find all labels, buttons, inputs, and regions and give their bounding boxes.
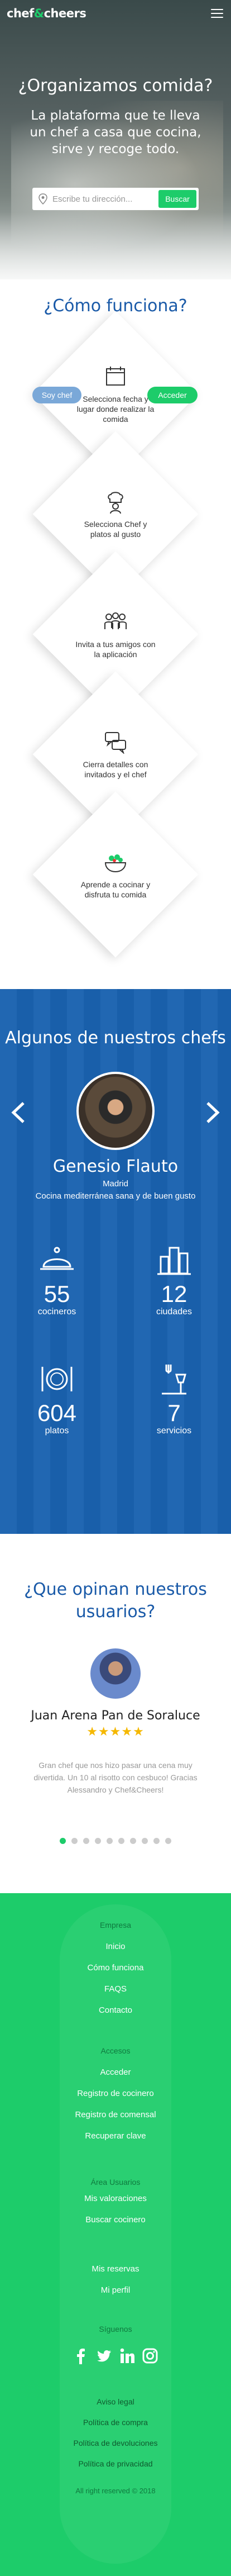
footer-link-contacto[interactable]: Contacto: [0, 2005, 231, 2015]
step-1-text: Selecciona fecha y lugar donde realizar …: [76, 395, 155, 424]
reviewer-avatar: [90, 1648, 141, 1699]
stat-services-value: 7: [167, 1400, 181, 1426]
step-2-text: Selecciona Chef y platos al gusto: [84, 520, 147, 539]
footer-link-registro-cocinero[interactable]: Registro de cocinero: [0, 2089, 231, 2098]
footer-link-registro-comensal[interactable]: Registro de comensal: [0, 2110, 231, 2119]
hero-subtitle: La plataforma que te lleva un chef a cas…: [30, 108, 201, 156]
copyright: All right reserved © 2018: [75, 2487, 156, 2495]
address-search-input[interactable]: [52, 188, 158, 210]
stat-services: 7 servicios: [124, 1362, 224, 1436]
address-search-bar: Buscar: [32, 188, 199, 210]
footer-link-politica-privacidad[interactable]: Política de privacidad: [0, 2459, 231, 2468]
carousel-dot[interactable]: [153, 1838, 160, 1844]
stat-cities-value: 12: [161, 1281, 187, 1307]
stat-cooks-label: cocineros: [37, 1307, 76, 1316]
city-icon: [157, 1247, 191, 1275]
carousel-dot[interactable]: [71, 1838, 78, 1844]
footer-link-inicio[interactable]: Inicio: [0, 1942, 231, 1951]
acceder-button[interactable]: Acceder: [147, 387, 198, 403]
logo-text-cheers: cheers: [44, 7, 86, 20]
twitter-icon[interactable]: [95, 2347, 112, 2364]
carousel-dot[interactable]: [142, 1838, 148, 1844]
instagram-icon[interactable]: [142, 2347, 158, 2364]
carousel-dot[interactable]: [60, 1838, 66, 1844]
steps-list: Selecciona fecha y lugar donde realizar …: [0, 311, 231, 958]
food-bowl-icon: [104, 854, 127, 873]
logo-text-chef: chef: [7, 7, 34, 20]
rating-stars: ★★★★★: [86, 1724, 145, 1738]
cloche-icon: [40, 1247, 74, 1270]
chevron-right-icon[interactable]: [205, 1101, 221, 1124]
plate-icon: [41, 1367, 73, 1391]
chat-icon: [105, 732, 126, 754]
step-5: Aprende a cocinar y disfruta tu comida: [57, 816, 174, 933]
footer-link-acceder[interactable]: Acceder: [0, 2068, 231, 2077]
stat-dishes: 604 platos: [7, 1362, 107, 1436]
chevron-left-icon[interactable]: [10, 1101, 26, 1124]
logo-amp: &: [33, 7, 44, 20]
logo[interactable]: chef&cheers: [7, 7, 86, 20]
calendar-icon: [106, 367, 125, 386]
stat-services-label: servicios: [156, 1426, 192, 1436]
service-icon: [162, 1365, 186, 1395]
stat-cooks-value: 55: [44, 1281, 70, 1307]
top-bar: chef&cheers: [0, 0, 231, 31]
footer-link-aviso-legal[interactable]: Aviso legal: [0, 2397, 231, 2406]
footer-link-buscar-cocinero[interactable]: Buscar cocinero: [0, 2215, 231, 2225]
chef-avatar[interactable]: [76, 1072, 155, 1150]
friends-icon: [104, 612, 127, 629]
footer-link-politica-devoluciones[interactable]: Política de devoluciones: [0, 2439, 231, 2447]
stat-dishes-label: platos: [45, 1426, 69, 1436]
step-4-text: Cierra detalles con invitados y el chef: [83, 760, 148, 779]
testimonials-title: ¿Que opinan nuestros usuarios?: [24, 1580, 207, 1622]
chef-city: Madrid: [103, 1179, 128, 1189]
chef-name: Genesio Flauto: [52, 1157, 179, 1176]
stat-cooks: 55 cocineros: [7, 1243, 107, 1317]
location-pin-icon: [38, 193, 47, 205]
chefs-section: Algunos de nuestros chefs Genesio Flauto…: [0, 989, 231, 1534]
carousel-dot[interactable]: [107, 1838, 113, 1844]
linkedin-icon[interactable]: [119, 2347, 136, 2364]
footer-link-mi-perfil[interactable]: Mi perfil: [0, 2285, 231, 2295]
hero-title: ¿Organizamos comida?: [18, 76, 213, 96]
footer-link-politica-compra[interactable]: Política de compra: [0, 2418, 231, 2427]
footer: [0, 1893, 231, 2576]
soy-chef-button[interactable]: Soy chef: [32, 387, 81, 403]
chefs-title: Algunos de nuestros chefs: [5, 1028, 226, 1048]
facebook-icon[interactable]: [73, 2347, 89, 2364]
footer-link-mis-valoraciones[interactable]: Mis valoraciones: [0, 2194, 231, 2203]
carousel-dot[interactable]: [83, 1838, 89, 1844]
search-button[interactable]: Buscar: [158, 190, 196, 208]
footer-heading-accesos: Accesos: [100, 2046, 131, 2055]
carousel-dot[interactable]: [130, 1838, 136, 1844]
social-icons: [73, 2345, 158, 2367]
footer-heading-empresa: Empresa: [99, 1921, 132, 1929]
footer-heading-area-usuarios: Área Usuarios: [90, 2178, 141, 2187]
carousel-dot[interactable]: [118, 1838, 124, 1844]
step-5-text: Aprende a cocinar y disfruta tu comida: [80, 880, 151, 899]
footer-link-recuperar-clave[interactable]: Recuperar clave: [0, 2131, 231, 2141]
step-3-text: Invita a tus amigos con la aplicación: [75, 640, 156, 659]
chef-description: Cocina mediterránea sana y de buen gusto: [35, 1191, 196, 1201]
footer-heading-siguenos: Síguenos: [99, 2325, 132, 2333]
chef-hat-icon: [108, 492, 123, 514]
stat-cities: 12 ciudades: [124, 1243, 224, 1317]
footer-link-como-funciona[interactable]: Cómo funciona: [0, 1963, 231, 1973]
footer-link-mis-reservas[interactable]: Mis reservas: [0, 2264, 231, 2274]
hero-section: chef&cheers ¿Organizamos comida? La plat…: [0, 0, 231, 279]
menu-icon[interactable]: [211, 9, 223, 19]
footer-link-faqs[interactable]: FAQS: [0, 1984, 231, 1994]
testimonial-quote: Gran chef que nos hizo pasar una cena mu…: [33, 1761, 198, 1794]
stat-dishes-value: 604: [37, 1400, 77, 1426]
carousel-dots: [0, 1837, 231, 1847]
reviewer-name: Juan Arena Pan de Soraluce: [31, 1709, 200, 1723]
carousel-dot[interactable]: [165, 1838, 171, 1844]
stat-cities-label: ciudades: [156, 1307, 192, 1316]
testimonial-card: Juan Arena Pan de Soraluce ★★★★★ Gran ch…: [17, 1632, 214, 1816]
carousel-dot[interactable]: [95, 1838, 101, 1844]
